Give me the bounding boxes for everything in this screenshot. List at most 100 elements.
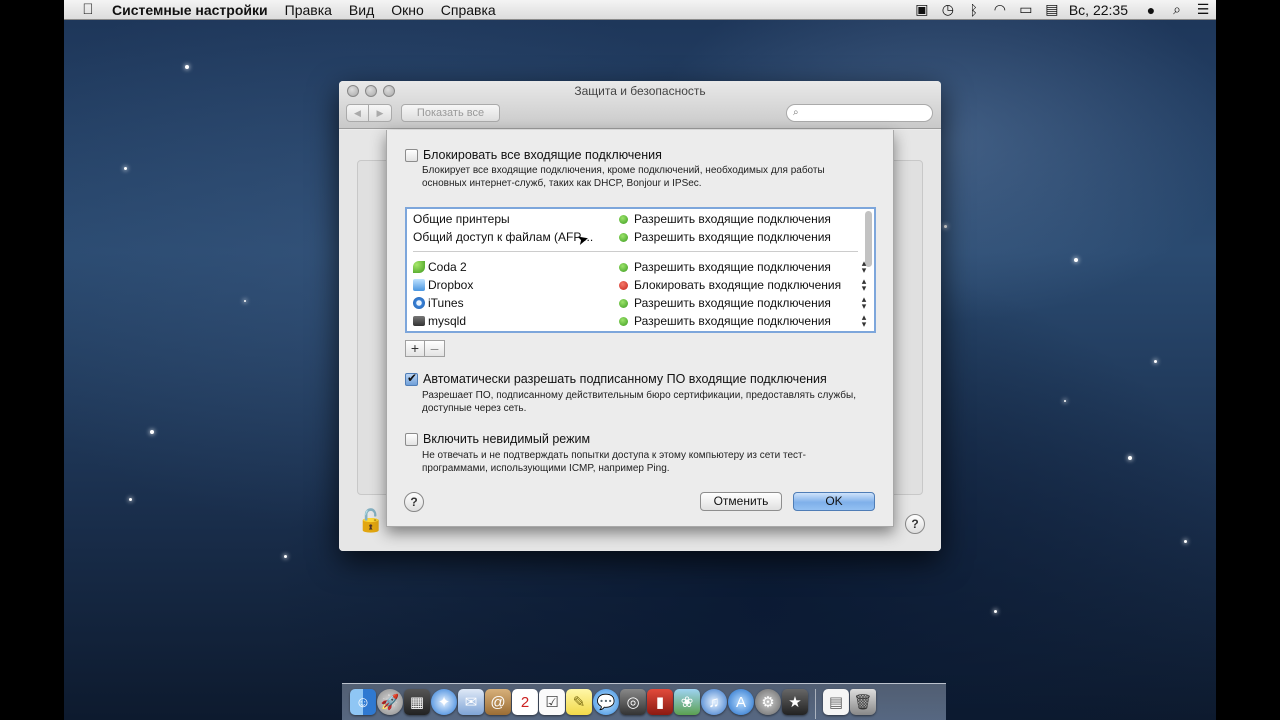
block-all-description: Блокирует все входящие подключения, кром… [422, 165, 825, 189]
service-row-file-sharing[interactable]: Общий доступ к файлам (AFP,... Разрешить… [413, 228, 858, 246]
firewall-app-list[interactable]: Общие принтеры Разрешить входящие подклю… [405, 207, 876, 333]
iphoto-icon[interactable]: ❀ [674, 689, 700, 715]
document-icon[interactable]: ▤ [823, 689, 849, 715]
finder-icon[interactable]: ☺ [350, 689, 376, 715]
terminal-icon [413, 316, 425, 326]
back-arrow-icon[interactable]: ◀ [346, 104, 369, 122]
star [1154, 360, 1157, 363]
reminders-icon[interactable]: ☑ [539, 689, 565, 715]
stealth-mode-label: Включить невидимый режим [423, 432, 591, 446]
service-status: Разрешить входящие подключения [619, 230, 831, 244]
popup-stepper-icon[interactable]: ▴ ▾ [860, 259, 868, 275]
star [185, 65, 189, 69]
status-label: Разрешить входящие подключения [634, 212, 831, 226]
itunes-note-icon [413, 297, 425, 309]
app-store-icon[interactable]: A [728, 689, 754, 715]
wifi-icon[interactable]: ◠ [987, 1, 1013, 18]
app-label: Dropbox [428, 278, 474, 292]
menu-help[interactable]: Справка [432, 2, 504, 18]
battery-icon[interactable]: ▭ [1013, 1, 1039, 18]
itunes-icon[interactable]: ♫ [701, 689, 727, 715]
popup-stepper-icon[interactable]: ▴ ▾ [860, 277, 868, 293]
green-status-dot-icon [619, 214, 628, 224]
star [129, 498, 132, 501]
messages-icon[interactable]: 💬 [593, 689, 619, 715]
time-machine-icon[interactable]: ◷ [935, 1, 961, 18]
stealth-mode-description: Не отвечать и не подтверждать попытки до… [422, 450, 806, 474]
window-titlebar: Защита и безопасность ◀ ▶ Показать все ⌕ [339, 81, 941, 129]
app-row-itunes[interactable]: iTunes Разрешить входящие подключения ▴ ▾ [413, 294, 866, 312]
service-row-printers[interactable]: Общие принтеры Разрешить входящие подклю… [413, 210, 858, 228]
launchpad-icon[interactable]: 🚀 [377, 689, 403, 715]
notification-center-icon[interactable]: ☰ [1190, 1, 1216, 18]
dropbox-box-icon [413, 279, 425, 291]
star [150, 430, 154, 434]
auto-allow-description: Разрешает ПО, подписанному действительны… [422, 390, 856, 414]
menu-edit[interactable]: Правка [276, 2, 340, 18]
menu-app-name[interactable]: Системные настройки [112, 2, 276, 18]
menu-window[interactable]: Окно [383, 2, 433, 18]
user-icon[interactable]: ● [1138, 2, 1164, 18]
app-row-coda[interactable]: Coda 2 Разрешить входящие подключения ▴ ▾ [413, 258, 866, 276]
app-status-popup[interactable]: Разрешить входящие подключения [619, 314, 831, 328]
status-label: Блокировать входящие подключения [634, 278, 842, 292]
search-input[interactable]: ⌕ [786, 104, 933, 122]
contacts-icon[interactable]: @ [485, 689, 511, 715]
popup-stepper-icon[interactable]: ▴ ▾ [860, 295, 868, 311]
menu-clock[interactable]: Вс, 22:35 [1065, 2, 1138, 18]
screen-record-icon[interactable]: ▣ [909, 1, 935, 18]
app-row-mysqld[interactable]: mysqld Разрешить входящие подключения ▴ ▾ [413, 312, 866, 330]
ok-button[interactable]: OK [793, 492, 875, 511]
cancel-button[interactable]: Отменить [700, 492, 782, 511]
service-status: Разрешить входящие подключения [619, 212, 831, 226]
help-button[interactable]: ? [404, 492, 424, 512]
dock: ☺ 🚀 ▦ ✦ ✉ @ 2 ☑ ✎ 💬 ◎ ▮ ❀ ♫ A ⚙ ★ ▤ 🗑 [342, 683, 946, 720]
add-remove-buttons: + – [405, 340, 445, 357]
window-help-button[interactable]: ? [905, 514, 925, 534]
app-row-dropbox[interactable]: Dropbox Блокировать входящие подключения… [413, 276, 866, 294]
menu-view[interactable]: Вид [340, 2, 382, 18]
magnifier-icon: ⌕ [793, 107, 799, 118]
remove-app-button[interactable]: – [425, 340, 445, 357]
auto-allow-row: Автоматически разрешать подписанному ПО … [405, 371, 827, 386]
auto-allow-checkbox[interactable] [405, 371, 418, 386]
padlock-icon[interactable]: 🔓 [357, 508, 384, 534]
system-preferences-icon[interactable]: ⚙ [755, 689, 781, 715]
notes-icon[interactable]: ✎ [566, 689, 592, 715]
safari-icon[interactable]: ✦ [431, 689, 457, 715]
back-forward-buttons: ◀ ▶ [346, 104, 392, 122]
window-title: Защита и безопасность [574, 84, 706, 98]
auto-allow-label: Автоматически разрешать подписанному ПО … [423, 372, 827, 386]
trash-icon[interactable]: 🗑 [850, 689, 876, 715]
app-status-popup[interactable]: Разрешить входящие подключения [619, 260, 831, 274]
photo-booth-icon[interactable]: ▮ [647, 689, 673, 715]
dock-divider [815, 689, 816, 719]
green-status-dot-icon [619, 262, 628, 272]
star [124, 167, 127, 170]
mission-control-icon[interactable]: ▦ [404, 689, 430, 715]
apple-menu-icon[interactable]:  [64, 1, 112, 18]
app-status-popup[interactable]: Разрешить входящие подключения [619, 296, 831, 310]
stealth-mode-checkbox[interactable] [405, 432, 418, 446]
red-status-dot-icon [619, 280, 628, 290]
star [1128, 456, 1132, 460]
block-all-checkbox[interactable] [405, 148, 418, 162]
facetime-icon[interactable]: ◎ [620, 689, 646, 715]
bluetooth-icon[interactable]: ᛒ [961, 2, 987, 18]
list-separator [413, 251, 858, 252]
block-all-label: Блокировать все входящие подключения [423, 148, 662, 162]
popup-stepper-icon[interactable]: ▴ ▾ [860, 313, 868, 329]
forward-arrow-icon[interactable]: ▶ [369, 104, 392, 122]
status-label: Разрешить входящие подключения [634, 296, 831, 310]
show-all-button[interactable]: Показать все [401, 104, 500, 122]
app-label: iTunes [428, 296, 464, 310]
list-scrollbar[interactable] [865, 211, 872, 267]
imovie-icon[interactable]: ★ [782, 689, 808, 715]
add-app-button[interactable]: + [405, 340, 425, 357]
us-flag-icon[interactable]: ▤ [1039, 1, 1065, 18]
spotlight-search-icon[interactable]: ⌕ [1164, 1, 1190, 18]
app-status-popup[interactable]: Блокировать входящие подключения [619, 278, 841, 292]
app-label: mysqld [428, 314, 467, 328]
mail-icon[interactable]: ✉ [458, 689, 484, 715]
calendar-icon[interactable]: 2 [512, 689, 538, 715]
